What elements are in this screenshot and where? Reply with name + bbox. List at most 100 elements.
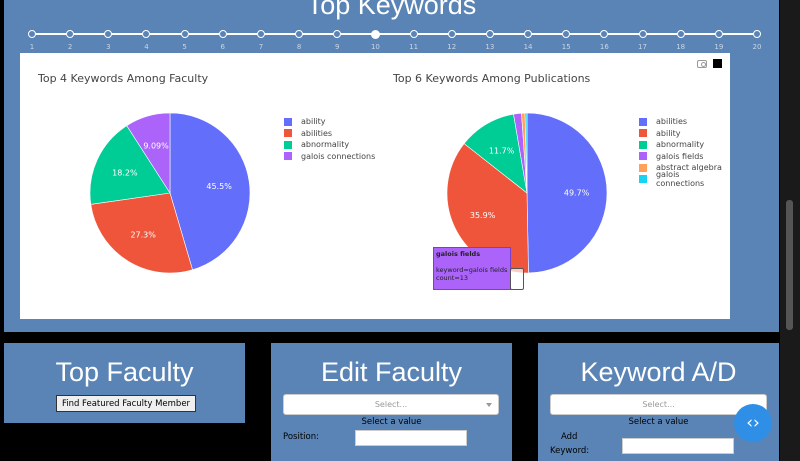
scrollbar-thumb[interactable] <box>786 200 793 330</box>
legend-item[interactable]: galois connections <box>639 170 730 188</box>
chart-title-faculty: Top 4 Keywords Among Faculty <box>38 72 209 85</box>
slider-tick-label: 19 <box>714 43 724 51</box>
legend-swatch <box>284 117 292 126</box>
legend-item[interactable]: ability <box>284 116 375 128</box>
slider-tick-16[interactable] <box>600 30 609 38</box>
slider-tick-4[interactable] <box>142 30 151 38</box>
legend-label: abnormality <box>656 140 705 150</box>
slider-tick-label: 14 <box>523 43 533 51</box>
slider-tick-18[interactable] <box>676 30 685 38</box>
find-featured-faculty-button[interactable]: Find Featured Faculty Member <box>56 395 196 412</box>
keyword-ad-panel: Keyword A/D Select... Select a value Add… <box>538 343 779 461</box>
page-scrollbar[interactable] <box>780 0 800 461</box>
slider-tick-label: 3 <box>106 43 111 51</box>
page-title: Top Keywords <box>306 0 477 20</box>
slider-tick-label: 4 <box>144 43 149 51</box>
edit-faculty-select[interactable]: Select... <box>283 394 499 415</box>
slider-tick-label: 11 <box>409 43 419 51</box>
chart-title-publications: Top 6 Keywords Among Publications <box>393 72 591 85</box>
slider-tick-1[interactable] <box>28 30 36 38</box>
legend-label: galois fields <box>656 151 704 161</box>
hover-tooltip: galois fields keyword=galois fields coun… <box>433 247 511 290</box>
slider-tick-20[interactable] <box>753 30 761 38</box>
slider-tick-19[interactable] <box>714 30 723 38</box>
slider-tick-10[interactable] <box>371 29 381 39</box>
edit-faculty-title: Edit Faculty <box>320 357 463 387</box>
plot-card: Top 4 Keywords Among Faculty 45.5% 27.3% 1… <box>20 53 730 319</box>
legend-swatch <box>639 117 647 126</box>
tooltip-line-keyword: keyword=galois fields <box>436 266 508 274</box>
modebar <box>697 59 722 68</box>
legend-label: abilities <box>656 117 688 127</box>
slider-tick-label: 5 <box>182 43 187 51</box>
plotly-logo-icon[interactable] <box>713 59 722 68</box>
edit-faculty-panel: Edit Faculty Select... Select a value Po… <box>271 343 512 461</box>
slider-tick-label: 7 <box>258 43 264 51</box>
add-keyword-input[interactable] <box>622 438 734 454</box>
slider-tick-8[interactable] <box>295 30 304 38</box>
keyword-select-placeholder: Select... <box>642 400 675 409</box>
slider-tick-2[interactable] <box>66 30 75 38</box>
slider-tick-label: 15 <box>561 43 571 51</box>
code-brackets-icon[interactable]: ‹› <box>734 404 772 442</box>
legend-swatch <box>639 175 647 184</box>
position-input[interactable] <box>355 430 467 446</box>
legend-swatch <box>284 152 292 161</box>
legend-swatch <box>639 152 647 161</box>
legend-item[interactable]: abilities <box>284 128 375 140</box>
legend-item[interactable]: abnormality <box>284 139 375 151</box>
pie-chart-faculty[interactable]: 45.5% 27.3% 18.2% 9.09% <box>86 109 254 277</box>
legend-swatch <box>284 129 292 138</box>
legend-swatch <box>639 129 647 138</box>
slider-tick-label: 9 <box>335 43 340 51</box>
slider-tick-13[interactable] <box>485 30 494 38</box>
slider-tick-9[interactable] <box>333 30 342 38</box>
edit-faculty-hint: Select a value <box>361 417 422 427</box>
slider-tick-label: 10 <box>370 43 380 51</box>
pie-label: 27.3% <box>130 231 156 240</box>
slider-tick-11[interactable] <box>409 30 418 38</box>
legend-item[interactable]: ability <box>639 128 730 140</box>
year-slider[interactable] <box>28 29 761 39</box>
tooltip-line-count: count=13 <box>436 274 469 282</box>
legend-item[interactable]: galois fields <box>639 151 730 163</box>
slider-tick-label: 18 <box>676 43 686 51</box>
slider-tick-12[interactable] <box>447 30 456 38</box>
camera-icon[interactable] <box>697 59 707 68</box>
slider-tick-14[interactable] <box>524 30 533 38</box>
legend-label: galois connections <box>301 151 376 161</box>
pie-label: 45.5% <box>206 182 232 191</box>
legend-publications: abilities ability abnormality galois fields… <box>639 116 730 188</box>
legend-swatch <box>639 140 647 149</box>
pie-label: 49.7% <box>564 189 590 198</box>
pie-label: 11.7% <box>489 146 515 155</box>
legend-label: abnormality <box>301 140 350 150</box>
slider-tick-5[interactable] <box>180 30 189 38</box>
legend-label: abilities <box>301 128 333 138</box>
slider-tick-label: 16 <box>599 43 609 51</box>
slider-tick-17[interactable] <box>638 30 647 38</box>
legend-label: ability <box>301 117 326 127</box>
legend-swatch <box>284 140 292 149</box>
slider-tick-label: 2 <box>67 43 73 51</box>
legend-item[interactable]: abilities <box>639 116 730 128</box>
slider-tick-7[interactable] <box>256 30 265 38</box>
pie-label: 9.09% <box>143 141 169 150</box>
legend-label: galois connections <box>655 170 705 189</box>
slider-tick-6[interactable] <box>218 30 227 38</box>
slider-tick-label: 13 <box>485 43 495 51</box>
slider-tick-label: 12 <box>447 43 457 51</box>
legend-item[interactable]: galois connections <box>284 151 375 163</box>
slider-tick-label: 6 <box>220 43 226 51</box>
chevron-down-icon <box>486 403 492 407</box>
slider-tick-15[interactable] <box>562 30 571 38</box>
slider-tick-label: 17 <box>638 43 647 51</box>
keyword-select[interactable]: Select... <box>550 394 767 415</box>
keyword-label: Keyword: <box>550 446 590 456</box>
add-label: Add <box>561 432 578 442</box>
legend-item[interactable]: abnormality <box>639 139 730 151</box>
edit-faculty-select-placeholder: Select... <box>374 400 408 409</box>
top-keywords-panel: Top Keywords 1 2 3 4 5 6 7 8 9 10 11 12 13 14 15 16 17 18… <box>4 0 779 332</box>
top-faculty-panel: Top Faculty Find Featured Faculty Member <box>4 343 245 423</box>
slider-tick-3[interactable] <box>104 30 113 38</box>
